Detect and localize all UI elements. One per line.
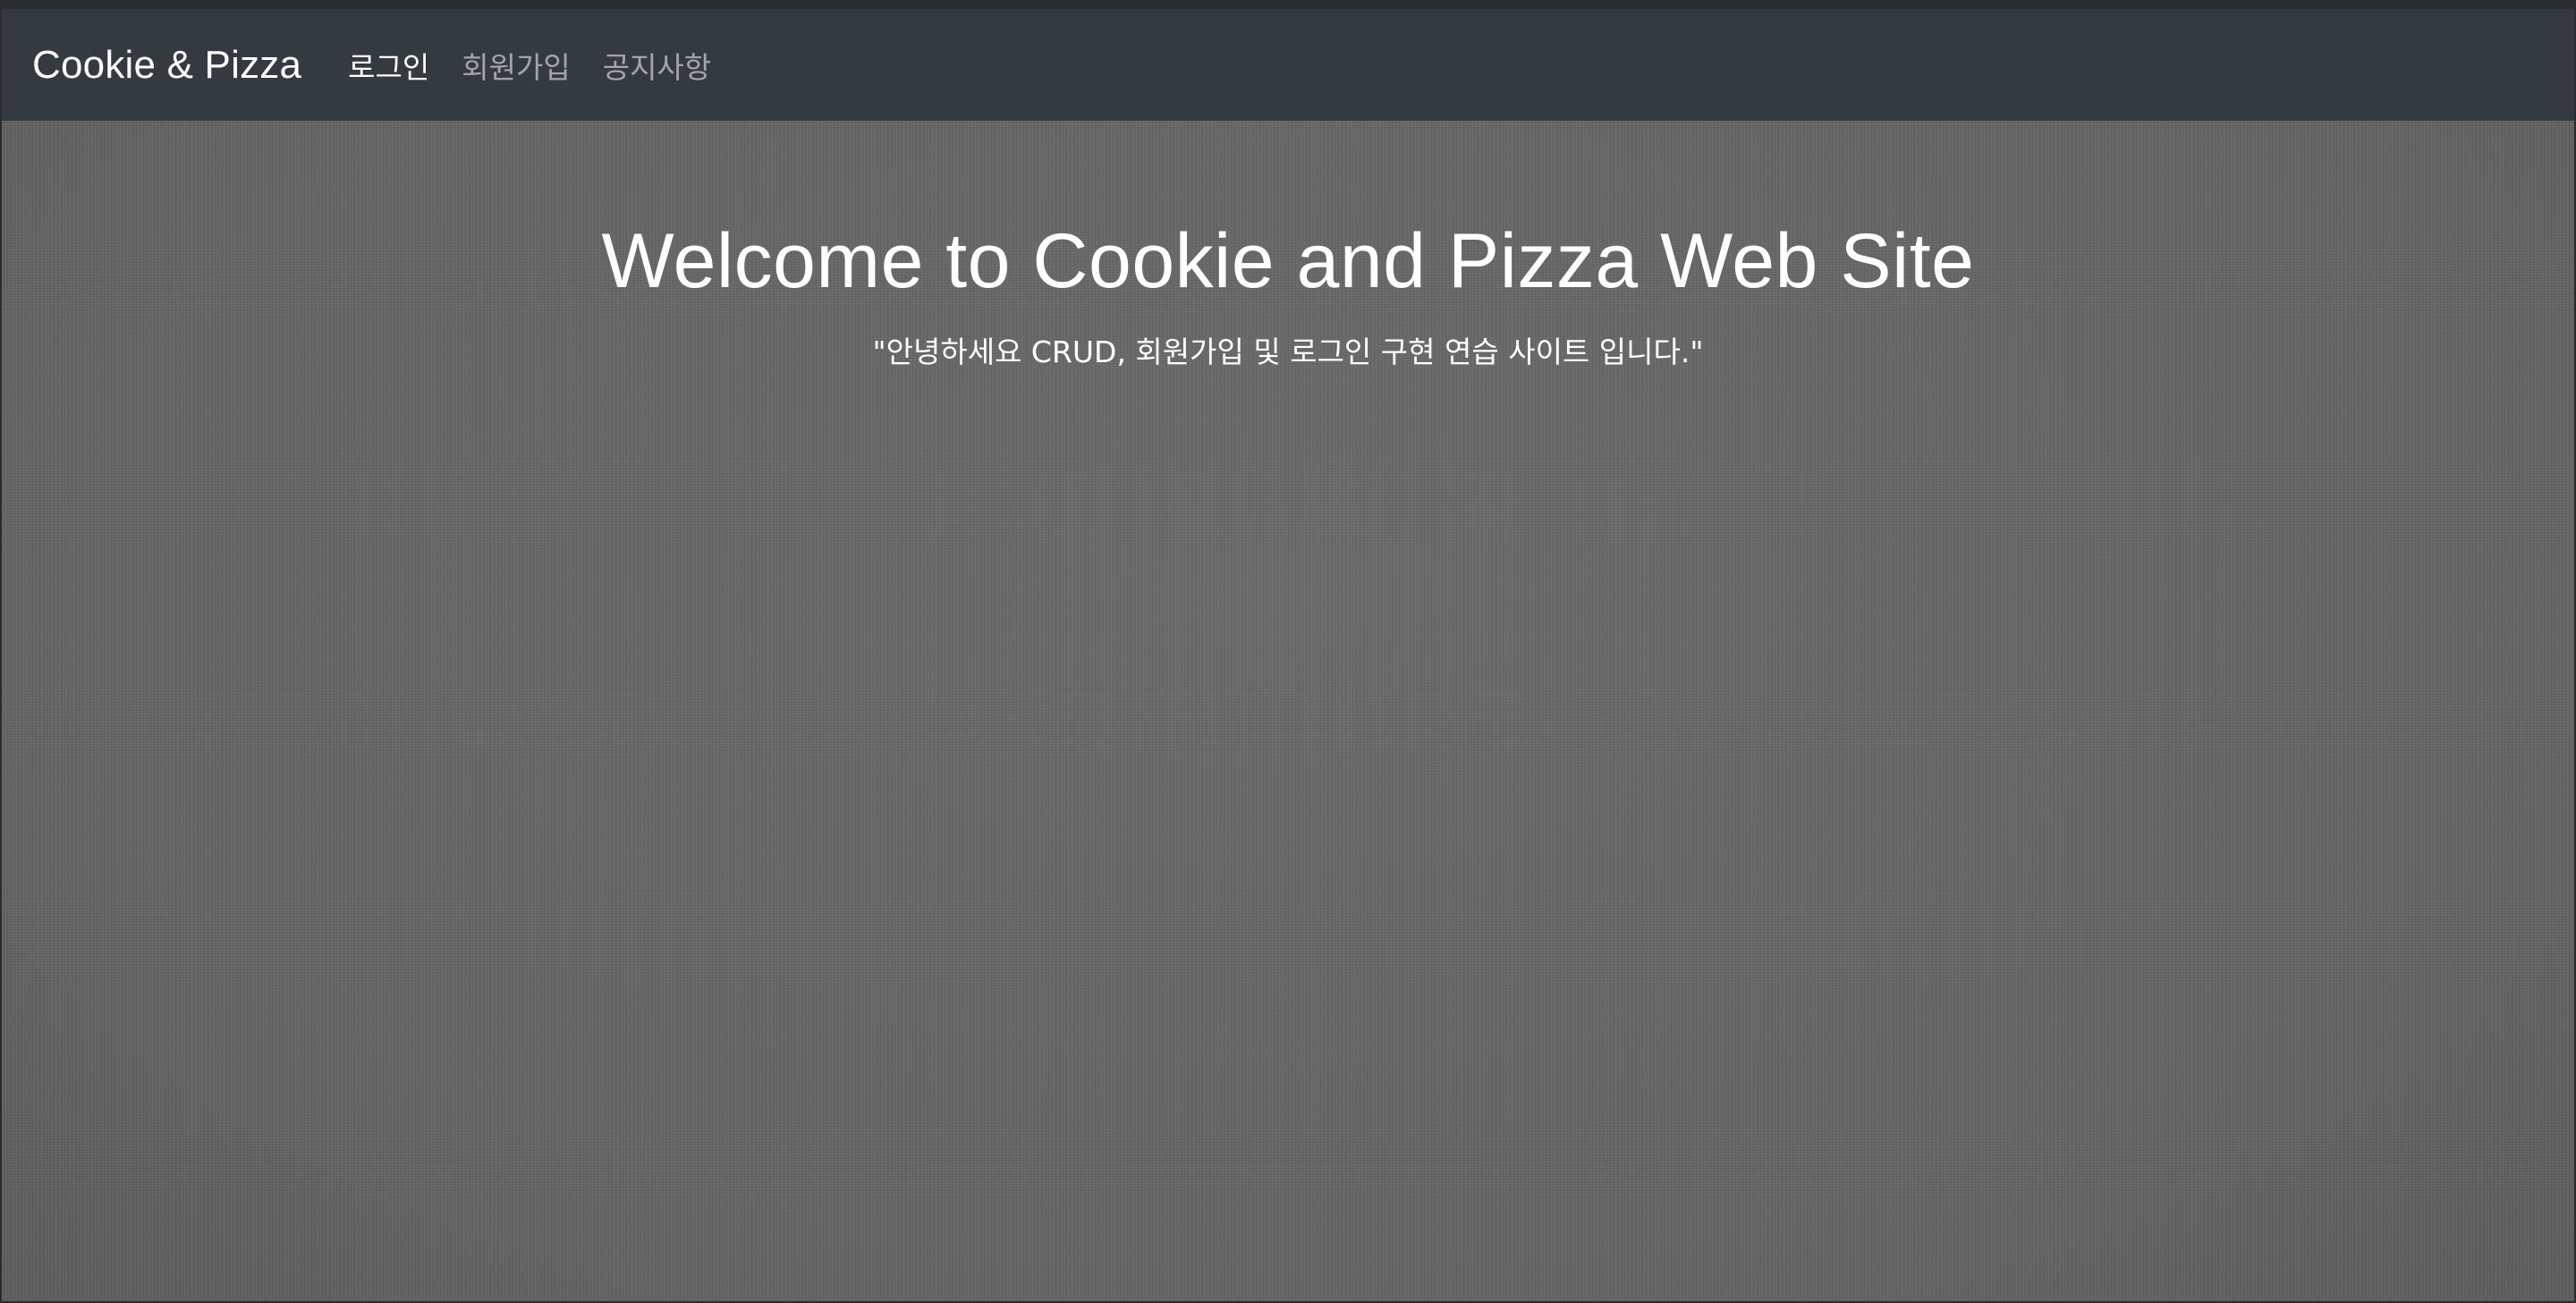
- brand-link[interactable]: Cookie & Pizza: [32, 43, 301, 88]
- hero-title: Welcome to Cookie and Pizza Web Site: [601, 218, 1975, 304]
- nav-links: 로그인 회원가입 공지사항: [348, 44, 711, 87]
- hero-subtitle: "안녕하세요 CRUD, 회원가입 및 로그인 구현 연습 사이트 입니다.": [872, 334, 1704, 369]
- top-navbar: Cookie & Pizza 로그인 회원가입 공지사항: [2, 2, 2574, 121]
- hero-section: Welcome to Cookie and Pizza Web Site "안녕…: [2, 121, 2574, 1301]
- nav-link-notice[interactable]: 공지사항: [603, 44, 711, 87]
- nav-link-login[interactable]: 로그인: [348, 44, 429, 87]
- browser-viewport: Cookie & Pizza 로그인 회원가입 공지사항 Welcome to …: [0, 0, 2576, 1303]
- nav-link-signup[interactable]: 회원가입: [462, 44, 570, 87]
